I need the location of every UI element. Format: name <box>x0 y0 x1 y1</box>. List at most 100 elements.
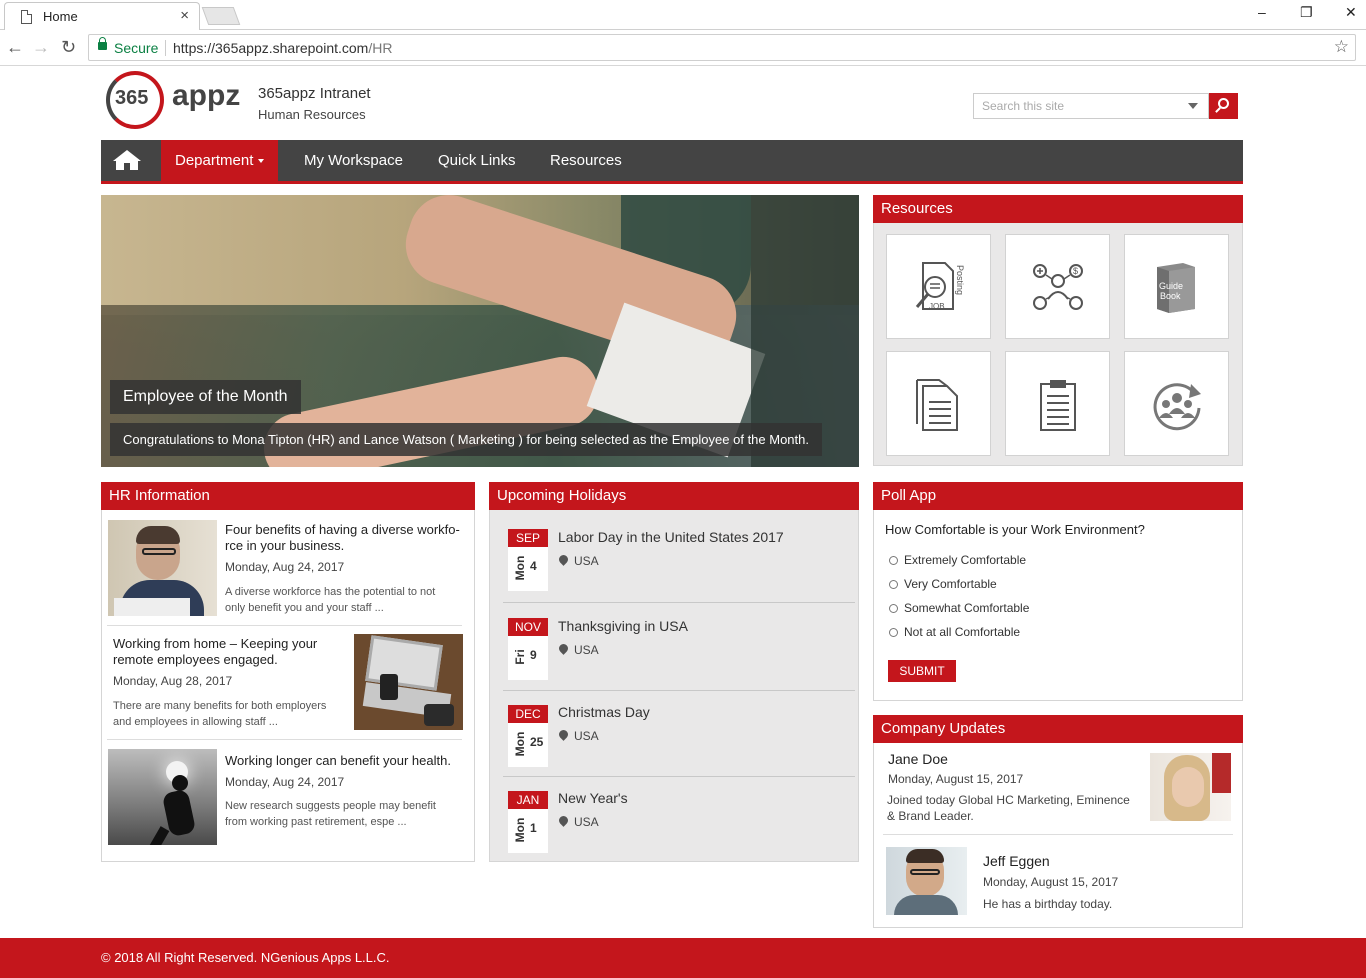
hr-item-2-date: Monday, Aug 28, 2017 <box>113 674 233 688</box>
hr-thumb-3[interactable] <box>108 749 217 845</box>
browser-tab[interactable]: Home × <box>4 2 200 30</box>
resource-tile-guide-book[interactable]: Guide Book <box>1124 234 1229 339</box>
address-bar: ← → ↻ Secure https://365appz.sharepoint.… <box>0 30 1366 66</box>
chevron-down-icon <box>258 159 265 164</box>
reload-icon[interactable]: ↻ <box>61 37 76 58</box>
tab-close-icon[interactable]: × <box>180 7 189 24</box>
minimize-button[interactable]: – <box>1258 4 1266 20</box>
logo-number: 365 <box>115 87 149 109</box>
poll-radio[interactable] <box>889 604 898 613</box>
poll-radio[interactable] <box>889 580 898 589</box>
job-posting-icon: Posting JOB <box>915 262 965 311</box>
avatar[interactable] <box>1150 753 1231 821</box>
hr-item-1-date: Monday, Aug 24, 2017 <box>225 560 345 574</box>
page-icon <box>21 10 32 24</box>
site-title[interactable]: 365appz Intranet <box>258 85 371 102</box>
search-scope-dropdown-icon[interactable] <box>1188 103 1198 109</box>
document-icon <box>916 379 958 431</box>
avatar[interactable] <box>886 847 967 915</box>
site-subtitle[interactable]: Human Resources <box>258 107 366 122</box>
resource-tile-benefits[interactable]: $ <box>1005 234 1110 339</box>
hero-title[interactable]: Employee of the Month <box>110 380 301 414</box>
hr-item-2-title[interactable]: Working from home – Keeping your remote e… <box>113 636 317 668</box>
holiday-name[interactable]: Christmas Day <box>558 704 650 720</box>
hr-item-1-desc-line-2: only benefit you and your staff ... <box>225 602 384 614</box>
holiday-divider <box>503 776 855 777</box>
holiday-name[interactable]: Thanksgiving in USA <box>558 618 688 634</box>
nav-label-department: Department <box>175 152 254 169</box>
holiday-location: USA <box>574 643 599 657</box>
poll-option-label[interactable]: Very Comfortable <box>904 577 997 591</box>
resource-tile-team[interactable] <box>1124 351 1229 456</box>
holiday-day: 1 <box>530 821 537 835</box>
forward-arrow-icon[interactable]: → <box>32 37 50 58</box>
bookmark-star-icon[interactable]: ☆ <box>1334 37 1349 57</box>
update-name[interactable]: Jeff Eggen <box>983 853 1050 869</box>
holiday-divider <box>503 602 855 603</box>
hr-panel-title: HR Information <box>101 482 475 510</box>
poll-radio[interactable] <box>889 628 898 637</box>
home-button[interactable] <box>101 140 153 181</box>
poll-submit-button[interactable]: SUBMIT <box>888 660 956 682</box>
hr-thumb-2[interactable] <box>354 634 463 730</box>
holiday-weekday: Mon <box>513 817 527 843</box>
update-date: Monday, August 15, 2017 <box>983 875 1119 889</box>
update-desc-line-1: Joined today Global HC Marketing, Eminen… <box>887 793 1130 807</box>
svg-text:$: $ <box>1073 266 1078 276</box>
holiday-month: JAN <box>508 791 548 809</box>
hr-divider <box>107 739 462 740</box>
holiday-location: USA <box>574 554 599 568</box>
update-date: Monday, August 15, 2017 <box>888 772 1024 786</box>
new-tab-button[interactable] <box>201 7 241 25</box>
omnibox-divider <box>165 40 166 56</box>
restore-button[interactable]: ❐ <box>1300 4 1313 21</box>
resources-panel-title: Resources <box>873 195 1243 223</box>
hr-item-1-title[interactable]: Four benefits of having a diverse workfo… <box>225 522 460 554</box>
update-name[interactable]: Jane Doe <box>888 751 948 767</box>
hr-item-3-desc-line-1: New research suggests people may benefit <box>225 800 436 812</box>
holiday-weekday: Mon <box>513 731 527 757</box>
updates-panel-title: Company Updates <box>873 715 1243 743</box>
job-posting-icon-text: Posting <box>955 265 965 295</box>
update-desc-line-2: & Brand Leader. <box>887 809 974 823</box>
hr-item-2-desc-line-2: and employees in allowing staff ... <box>113 716 278 728</box>
logo-text: appz <box>172 79 241 112</box>
nav-item-my-workspace[interactable]: My Workspace <box>290 140 417 181</box>
holiday-month: NOV <box>508 618 548 636</box>
hr-item-1-desc: A diverse workforce has the potential to… <box>225 584 435 616</box>
tab-title: Home <box>43 9 78 24</box>
nav-item-resources[interactable]: Resources <box>536 140 636 181</box>
poll-radio[interactable] <box>889 556 898 565</box>
resources-panel: Posting JOB $ Guide Book <box>873 223 1243 466</box>
nav-item-quick-links[interactable]: Quick Links <box>424 140 530 181</box>
hr-item-1-title-line-1: Four benefits of having a diverse workfo… <box>225 522 460 537</box>
site-logo[interactable]: 365 appz <box>106 71 246 131</box>
hr-item-3-desc: New research suggests people may benefit… <box>225 798 436 830</box>
secure-label: Secure <box>114 40 159 56</box>
hr-thumb-1[interactable] <box>108 520 217 616</box>
poll-option-label[interactable]: Somewhat Comfortable <box>904 601 1029 615</box>
url-input[interactable]: Secure https://365appz.sharepoint.com/HR… <box>88 34 1356 61</box>
poll-panel-title: Poll App <box>873 482 1243 510</box>
resource-tile-documents[interactable] <box>886 351 991 456</box>
holiday-name[interactable]: New Year's <box>558 790 628 806</box>
resource-tile-clipboard[interactable] <box>1005 351 1110 456</box>
poll-option-label[interactable]: Not at all Comfortable <box>904 625 1020 639</box>
search-button[interactable] <box>1209 93 1238 119</box>
hr-item-3-title[interactable]: Working longer can benefit your health. <box>225 753 451 769</box>
resource-tile-job-posting[interactable]: Posting JOB <box>886 234 991 339</box>
close-window-button[interactable]: ✕ <box>1345 4 1357 21</box>
update-divider <box>883 834 1233 835</box>
poll-option-label[interactable]: Extremely Comfortable <box>904 553 1026 567</box>
holiday-divider <box>503 690 855 691</box>
holiday-name[interactable]: Labor Day in the United States 2017 <box>558 529 784 545</box>
search-icon <box>1218 98 1229 109</box>
nav-item-department[interactable]: Department <box>161 140 279 181</box>
nav-label-resources: Resources <box>550 152 622 169</box>
hr-item-1-title-line-2: rce in your business. <box>225 538 345 553</box>
hr-item-3-desc-line-2: from working past retirement, espe ... <box>225 816 407 828</box>
url-host: https://365appz.sharepoint.com <box>173 40 369 56</box>
back-arrow-icon[interactable]: ← <box>6 37 24 58</box>
search-input[interactable] <box>974 94 1179 118</box>
update-desc: Joined today Global HC Marketing, Eminen… <box>887 792 1130 824</box>
